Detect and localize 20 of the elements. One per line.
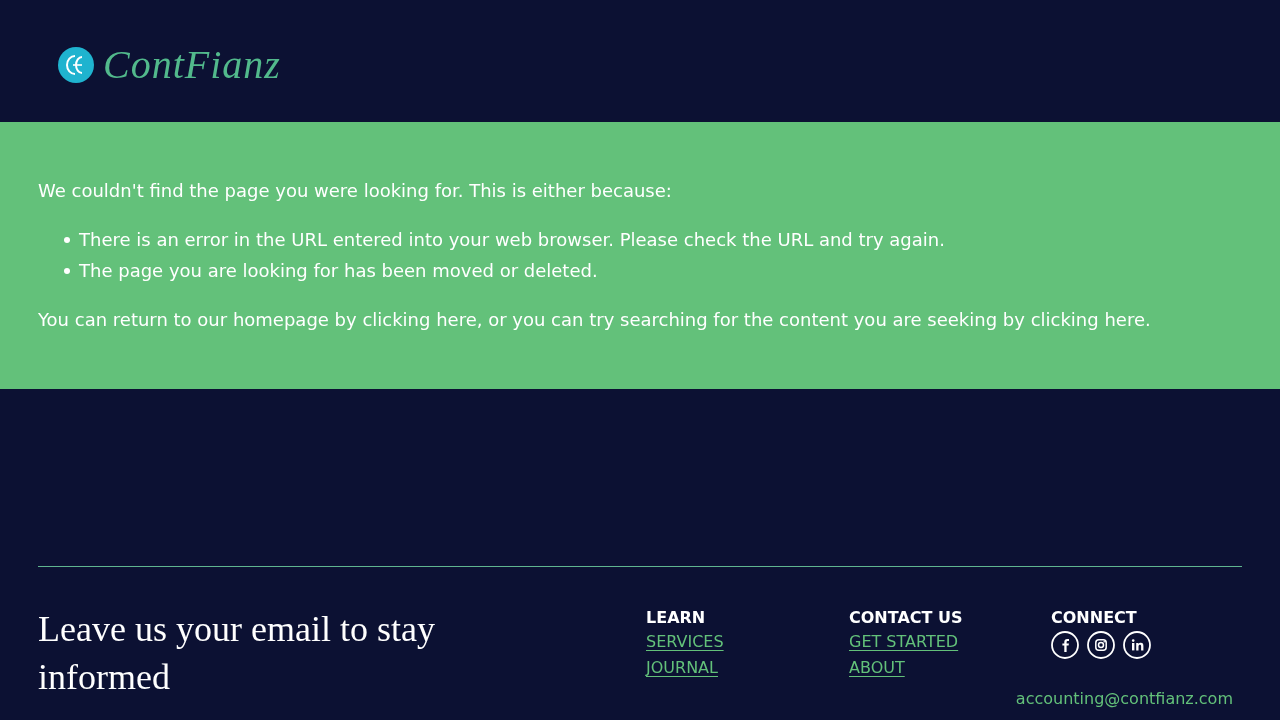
- email-link[interactable]: accounting@contfianz.com: [1015, 688, 1233, 710]
- footer-column-heading: CONNECT: [1051, 607, 1137, 629]
- bullet-icon: [64, 267, 70, 274]
- footer-column-heading: LEARN: [646, 607, 706, 629]
- help-text: You can return to our homepage by clicking here, or you can try searching for the content you are seeking by clicking here.: [38, 308, 1152, 332]
- footer-link[interactable]: SERVICES: [646, 629, 724, 655]
- logo-icon[interactable]: [58, 47, 94, 83]
- linkedin-icon[interactable]: [1123, 631, 1151, 659]
- footer-link[interactable]: ABOUT: [849, 655, 905, 681]
- bullet-icon: [64, 236, 70, 243]
- reason-text: There is an error in the URL entered into your web browser. Please check the URL and try again.: [79, 228, 945, 252]
- facebook-icon[interactable]: [1051, 631, 1079, 659]
- footer-column-heading: CONTACT US: [849, 607, 963, 629]
- footer-link[interactable]: JOURNAL: [646, 655, 718, 681]
- logo-wordmark[interactable]: ContFianz: [103, 43, 281, 87]
- instagram-icon[interactable]: [1087, 631, 1115, 659]
- reason-text: The page you are looking for has been moved or deleted.: [79, 259, 598, 283]
- newsletter-heading: Leave us your email to stay informed: [38, 608, 436, 699]
- footer-link[interactable]: GET STARTED: [849, 629, 959, 655]
- error-message-text: We couldn't find the page you were looking for. This is either because:: [38, 179, 673, 203]
